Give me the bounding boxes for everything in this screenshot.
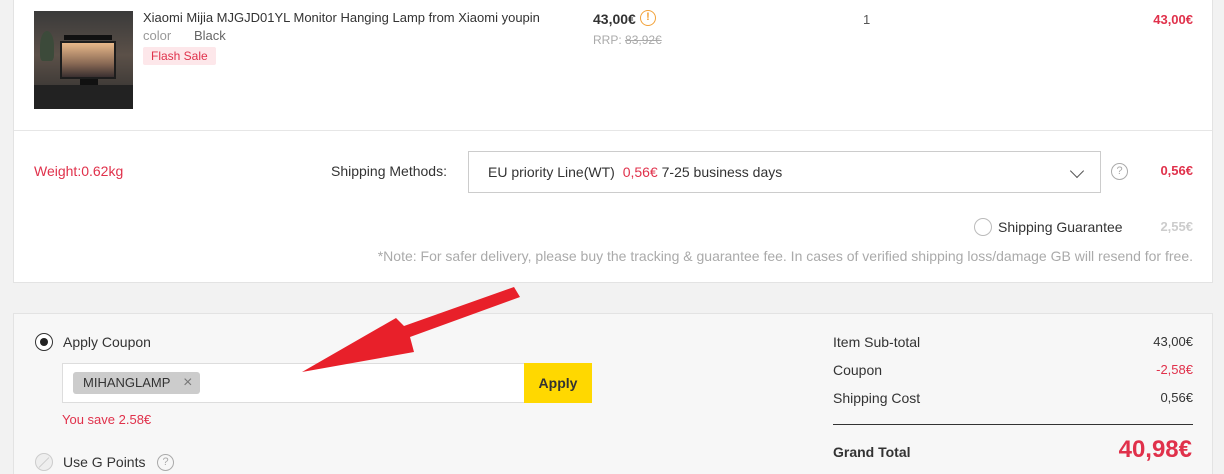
coupon-savings-text: You save 2.58€	[62, 412, 152, 427]
rrp-price: RRP: 83,92€	[593, 33, 662, 47]
shipping-method-days: 7-25 business days	[661, 164, 783, 180]
chevron-down-icon	[1069, 163, 1085, 179]
checkout-summary-card: Apply Coupon MIHANGLAMP × Apply You save…	[13, 313, 1213, 474]
shipping-method-select[interactable]: EU priority Line(WT) 0,56€ 7-25 business…	[468, 151, 1101, 193]
close-icon[interactable]: ×	[183, 372, 192, 394]
subtotal-label: Item Sub-total	[833, 334, 921, 350]
coupon-input[interactable]: MIHANGLAMP ×	[62, 363, 525, 403]
shipping-cost-summary-value: 0,56€	[1160, 390, 1193, 405]
shipping-methods-label: Shipping Methods:	[331, 163, 447, 179]
question-circle-icon[interactable]: ?	[1111, 163, 1128, 180]
subtotal-row: Item Sub-total 43,00€	[833, 334, 1193, 350]
product-name[interactable]: Xiaomi Mijia MJGJD01YL Monitor Hanging L…	[143, 10, 540, 25]
product-thumbnail[interactable]	[34, 11, 133, 109]
coupon-summary-label: Coupon	[833, 362, 883, 378]
product-color-label: color	[143, 28, 172, 43]
use-g-points-label[interactable]: Use G Points	[63, 454, 145, 470]
coupon-row: Coupon -2,58€	[833, 362, 1193, 378]
use-g-points-radio[interactable]	[35, 453, 53, 471]
line-total: 43,00€	[1153, 12, 1193, 27]
apply-coupon-button[interactable]: Apply	[524, 363, 592, 403]
grand-total-value: 40,98€	[1118, 436, 1192, 463]
exclamation-circle-icon[interactable]: !	[640, 10, 656, 26]
shipping-guarantee-label[interactable]: Shipping Guarantee	[998, 219, 1123, 235]
rrp-label: RRP:	[593, 33, 622, 47]
shipping-guarantee-radio[interactable]	[974, 218, 992, 236]
shipping-cost-summary-label: Shipping Cost	[833, 390, 921, 406]
coupon-summary-value: -2,58€	[1156, 362, 1193, 377]
thumbnail-plant	[40, 31, 54, 61]
shipping-cost: 0,56€	[1160, 163, 1193, 178]
shipping-guarantee-cost: 2,55€	[1160, 219, 1193, 234]
thumbnail-desk	[34, 85, 133, 109]
unit-price: 43,00€	[593, 11, 636, 27]
shipping-method-cost: 0,56€	[622, 164, 658, 180]
cart-item-card: Xiaomi Mijia MJGJD01YL Monitor Hanging L…	[13, 0, 1213, 283]
thumbnail-monitor	[60, 41, 116, 79]
subtotal-value: 43,00€	[1153, 334, 1193, 349]
coupon-code-chip: MIHANGLAMP ×	[73, 372, 201, 394]
quantity: 1	[863, 12, 871, 27]
apply-coupon-label[interactable]: Apply Coupon	[63, 334, 151, 350]
thumbnail-lamp-bar	[64, 35, 112, 40]
rrp-value: 83,92€	[625, 33, 662, 47]
grand-total-label: Grand Total	[833, 444, 911, 460]
question-circle-icon[interactable]: ?	[157, 454, 174, 471]
coupon-code: MIHANGLAMP	[83, 375, 171, 390]
flash-sale-badge: Flash Sale	[143, 47, 216, 65]
weight-text: Weight:0.62kg	[34, 163, 124, 179]
product-color-value: Black	[194, 28, 226, 43]
divider	[14, 130, 1212, 131]
shipping-method-name: EU priority Line(WT)	[488, 164, 615, 180]
apply-coupon-radio[interactable]	[35, 333, 53, 351]
shipping-cost-row: Shipping Cost 0,56€	[833, 390, 1193, 406]
shipping-note: *Note: For safer delivery, please buy th…	[377, 248, 1193, 264]
grand-total-divider	[833, 424, 1193, 425]
